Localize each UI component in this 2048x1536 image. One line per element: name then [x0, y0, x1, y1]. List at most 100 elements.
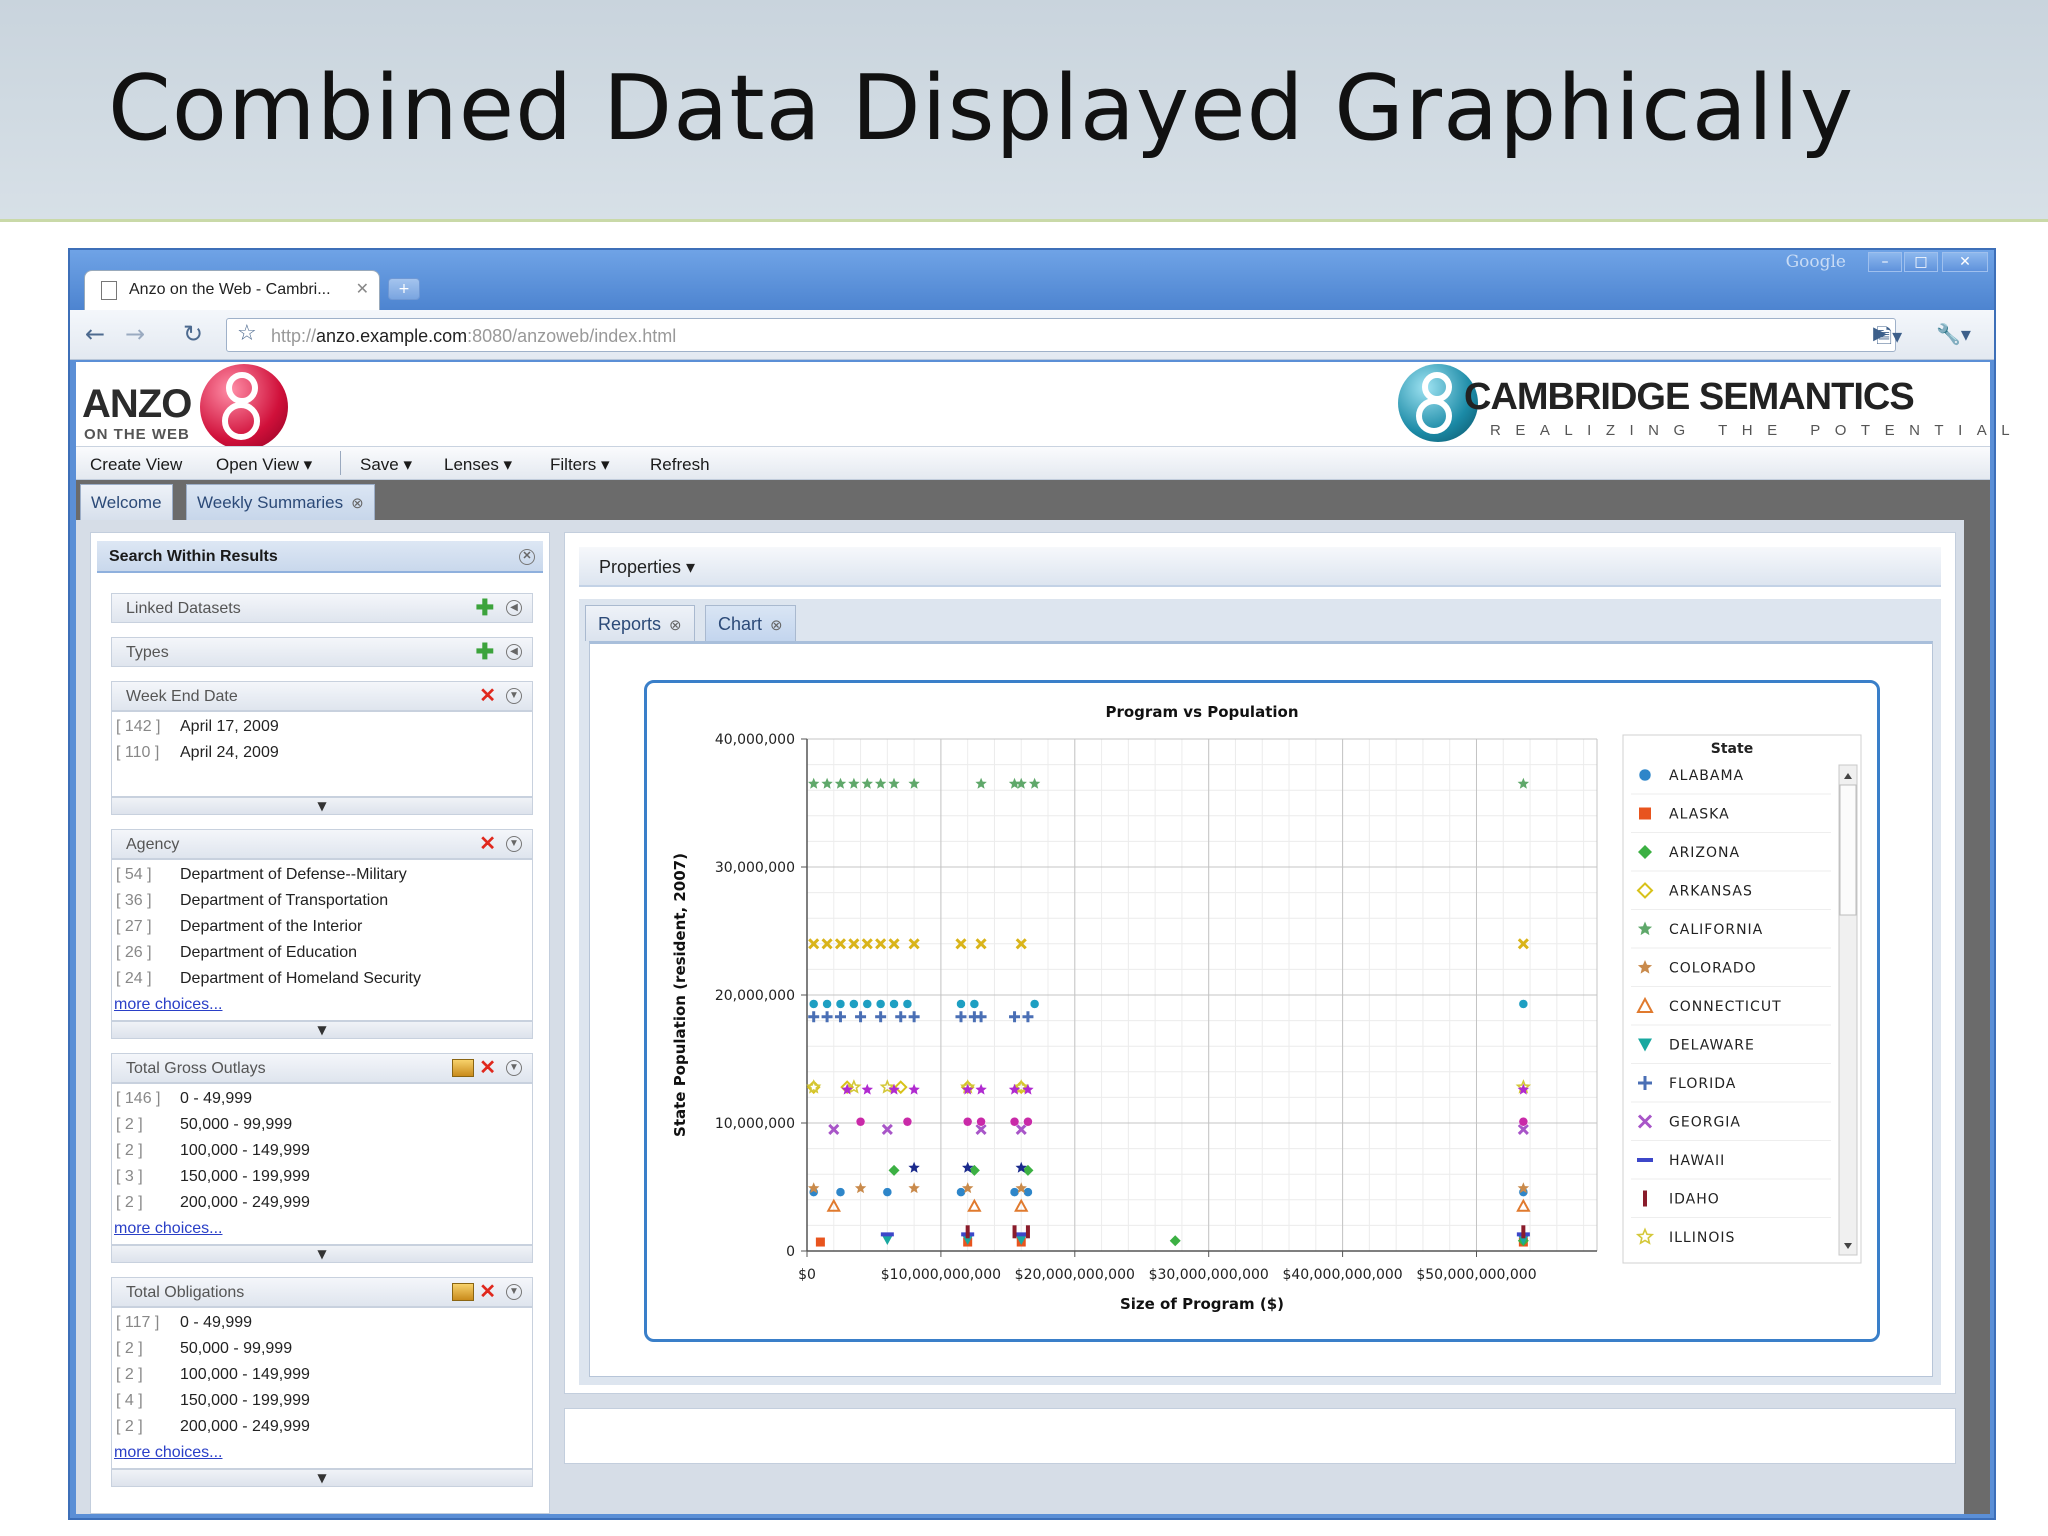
- data-point: [808, 777, 820, 789]
- list-item[interactable]: [ 2 ] 200,000 - 249,999: [116, 1194, 310, 1212]
- app-menubar: Create View Open View ▾ Save ▾ Lenses ▾ …: [76, 446, 1990, 480]
- facet-linked-datasets[interactable]: Linked Datasets ✚ ◀: [111, 593, 533, 623]
- list-item[interactable]: [ 26 ] Department of Education: [116, 944, 357, 962]
- close-tab-icon[interactable]: ⊗: [669, 616, 682, 634]
- list-item[interactable]: [ 2 ] 50,000 - 99,999: [116, 1340, 292, 1358]
- new-tab-button[interactable]: +: [388, 278, 420, 300]
- list-item[interactable]: [ 54 ] Department of Defense--Military: [116, 866, 407, 884]
- legend-label: ARKANSAS: [1669, 884, 1753, 900]
- list-item[interactable]: [ 27 ] Department of the Interior: [116, 918, 362, 936]
- y-tick-label: 30,000,000: [715, 860, 795, 876]
- expand-arrow[interactable]: ▼: [111, 1021, 533, 1039]
- forward-icon[interactable]: →: [120, 320, 150, 350]
- list-item[interactable]: [ 36 ] Department of Transportation: [116, 892, 388, 910]
- data-point: [1009, 1116, 1020, 1127]
- browser-toolbar: ← → ↻ ☆ http://anzo.example.com:8080/anz…: [70, 310, 1994, 360]
- clear-icon[interactable]: ✕: [479, 834, 496, 854]
- clear-icon[interactable]: ✕: [479, 1282, 496, 1302]
- legend-marker: [1639, 807, 1651, 820]
- maximize-button[interactable]: □: [1904, 252, 1938, 272]
- close-circle-icon[interactable]: ✕: [519, 549, 535, 565]
- legend-marker: [1637, 1158, 1653, 1162]
- list-item[interactable]: [ 117 ] 0 - 49,999: [116, 1314, 252, 1332]
- app-scrollbar[interactable]: [1964, 520, 1990, 1514]
- list-item[interactable]: [ 2 ] 50,000 - 99,999: [116, 1116, 292, 1134]
- minimize-button[interactable]: –: [1868, 252, 1902, 272]
- wrench-icon[interactable]: 🔧▾: [1936, 322, 1971, 346]
- menu-lenses[interactable]: Lenses ▾: [444, 455, 512, 475]
- facet-total-obligations[interactable]: Total Obligations ✕ ▼: [111, 1277, 533, 1307]
- data-point: [893, 1080, 908, 1095]
- tab-chart[interactable]: Chart ⊗: [705, 605, 796, 641]
- collapse-icon[interactable]: ◀: [506, 600, 522, 616]
- close-window-button[interactable]: ✕: [1942, 252, 1988, 272]
- menu-create-view[interactable]: Create View: [90, 455, 182, 475]
- data-point: [889, 999, 899, 1009]
- page-menu-icon[interactable]: 🗎▾: [1876, 322, 1902, 356]
- data-point: [1169, 1235, 1181, 1247]
- add-icon[interactable]: ✚: [476, 641, 494, 663]
- clear-icon[interactable]: ✕: [479, 1058, 496, 1078]
- close-tab-icon[interactable]: ✕: [356, 279, 369, 298]
- data-point: [902, 999, 913, 1009]
- collapse-icon[interactable]: ▼: [506, 836, 522, 852]
- close-tab-icon[interactable]: ⊗: [351, 494, 364, 512]
- list-item[interactable]: [ 142 ] April 17, 2009: [116, 718, 279, 736]
- facet-total-gross-outlays[interactable]: Total Gross Outlays ✕ ▼: [111, 1053, 533, 1083]
- menu-refresh[interactable]: Refresh: [650, 455, 710, 475]
- legend-scroll-thumb[interactable]: [1839, 784, 1857, 916]
- facet-week-end-date[interactable]: Week End Date ✕ ▼: [111, 681, 533, 711]
- edit-range-icon[interactable]: [452, 1059, 474, 1077]
- collapse-icon[interactable]: ▼: [506, 1284, 522, 1300]
- data-point: [976, 1116, 986, 1127]
- list-item[interactable]: [ 2 ] 100,000 - 149,999: [116, 1366, 310, 1384]
- list-item[interactable]: [ 2 ] 200,000 - 249,999: [116, 1418, 310, 1436]
- reload-icon[interactable]: ↻: [178, 320, 208, 350]
- legend-label: ARIZONA: [1669, 845, 1740, 861]
- properties-menu[interactable]: Properties ▾: [579, 547, 1941, 587]
- back-icon[interactable]: ←: [80, 320, 110, 350]
- x-tick-label: $20,000,000,000: [1015, 1267, 1135, 1283]
- data-point: [806, 1079, 822, 1094]
- address-bar[interactable]: ☆ http://anzo.example.com:8080/anzoweb/i…: [226, 318, 1896, 352]
- list-item[interactable]: [ 4 ] 150,000 - 199,999: [116, 1392, 310, 1410]
- facet-types[interactable]: Types ✚ ◀: [111, 637, 533, 667]
- bookmark-star-icon[interactable]: ☆: [237, 321, 257, 346]
- expand-arrow[interactable]: ▼: [111, 1245, 533, 1263]
- tab-welcome[interactable]: Welcome: [80, 484, 173, 520]
- browser-tab[interactable]: Anzo on the Web - Cambri... ✕: [84, 270, 380, 310]
- list-item[interactable]: [ 24 ] Department of Homeland Security: [116, 970, 421, 988]
- clear-icon[interactable]: ✕: [479, 686, 496, 706]
- url-text: http://anzo.example.com:8080/anzoweb/ind…: [271, 326, 677, 346]
- list-item[interactable]: [ 2 ] 100,000 - 149,999: [116, 1142, 310, 1160]
- tab-weekly-summaries[interactable]: Weekly Summaries ⊗: [186, 484, 375, 520]
- list-item[interactable]: [ 3 ] 150,000 - 199,999: [116, 1168, 310, 1186]
- tab-reports[interactable]: Reports ⊗: [585, 605, 695, 641]
- chart-title: Program vs Population: [1105, 703, 1298, 721]
- expand-arrow[interactable]: ▼: [111, 797, 533, 815]
- google-label: Google: [1785, 252, 1846, 272]
- list-item[interactable]: [ 146 ] 0 - 49,999: [116, 1090, 252, 1108]
- edit-range-icon[interactable]: [452, 1283, 474, 1301]
- menu-save[interactable]: Save ▾: [360, 455, 412, 475]
- search-within-results-header[interactable]: Search Within Results ✕: [97, 541, 543, 573]
- facet-agency[interactable]: Agency ✕ ▼: [111, 829, 533, 859]
- facet-total-obligations-list: [ 117 ] 0 - 49,999 [ 2 ] 50,000 - 99,999 […: [111, 1307, 533, 1469]
- data-point: [861, 777, 873, 789]
- close-tab-icon[interactable]: ⊗: [770, 616, 783, 634]
- data-point: [849, 999, 859, 1009]
- collapse-icon[interactable]: ▼: [506, 1060, 522, 1076]
- facet-total-gross-outlays-list: [ 146 ] 0 - 49,999 [ 2 ] 50,000 - 99,999 […: [111, 1083, 533, 1245]
- more-choices-link[interactable]: more choices...: [114, 996, 222, 1014]
- data-point: [1023, 1187, 1033, 1197]
- more-choices-link[interactable]: more choices...: [114, 1220, 222, 1238]
- list-item[interactable]: [ 110 ] April 24, 2009: [116, 744, 279, 762]
- menu-filters[interactable]: Filters ▾: [550, 455, 610, 475]
- more-choices-link[interactable]: more choices...: [114, 1444, 222, 1462]
- collapse-icon[interactable]: ◀: [506, 644, 522, 660]
- expand-arrow[interactable]: ▼: [111, 1469, 533, 1487]
- collapse-icon[interactable]: ▼: [506, 688, 522, 704]
- add-icon[interactable]: ✚: [476, 597, 494, 619]
- menu-open-view[interactable]: Open View ▾: [216, 455, 312, 475]
- data-point: [888, 777, 900, 789]
